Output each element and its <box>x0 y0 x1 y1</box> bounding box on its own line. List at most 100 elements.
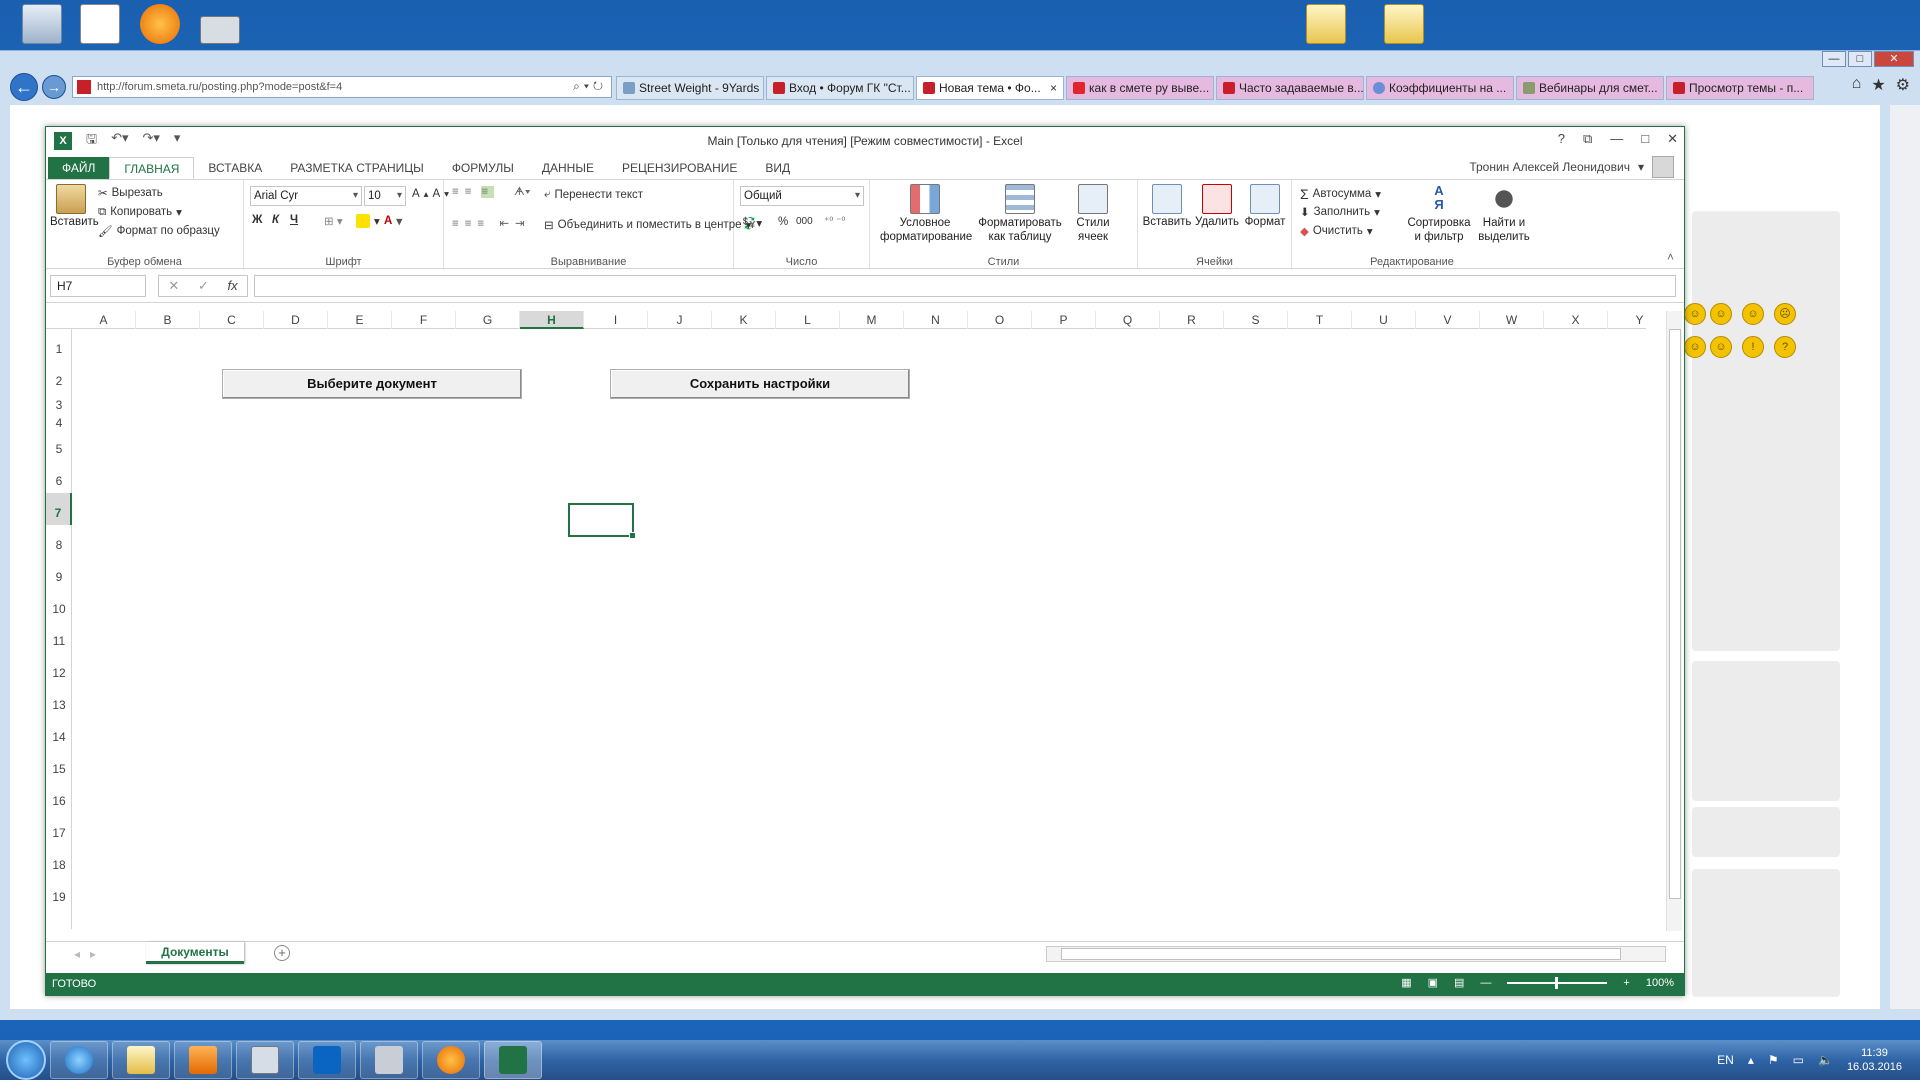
name-box[interactable]: H7 <box>50 275 146 297</box>
row-header[interactable]: 15 <box>46 749 72 781</box>
format-cells-button[interactable]: Формат <box>1242 184 1288 228</box>
tab-data[interactable]: ДАННЫЕ <box>528 157 608 179</box>
format-painter-button[interactable]: 🖌 Формат по образцу <box>98 224 220 238</box>
column-header[interactable]: V <box>1416 311 1480 329</box>
font-name-select[interactable]: Arial Cyr <box>250 186 362 206</box>
tab[interactable]: Вход • Форум ГК "Ст... <box>766 76 914 100</box>
maximize-button[interactable]: □ <box>1641 131 1649 147</box>
column-header[interactable]: P <box>1032 311 1096 329</box>
column-header[interactable]: W <box>1480 311 1544 329</box>
row-header[interactable]: 3 <box>46 393 72 412</box>
tab-view[interactable]: ВИД <box>751 157 804 179</box>
sheet-nav-icons[interactable]: ◂ ▸ <box>74 947 96 961</box>
column-header[interactable]: S <box>1224 311 1288 329</box>
normal-view-icon[interactable]: ▦ <box>1401 976 1411 989</box>
column-header[interactable]: Q <box>1096 311 1160 329</box>
choose-document-button[interactable]: Выберите документ <box>222 369 522 399</box>
row-header[interactable]: 10 <box>46 589 72 621</box>
row-header[interactable]: 7 <box>46 493 72 525</box>
column-header[interactable]: I <box>584 311 648 329</box>
cut-button[interactable]: ✂ Вырезать <box>98 186 163 200</box>
tab[interactable]: Часто задаваемые в... <box>1216 76 1364 100</box>
autosum-button[interactable]: Σ Автосумма ▾ <box>1300 186 1381 202</box>
tab-insert[interactable]: ВСТАВКА <box>194 157 276 179</box>
insert-cells-button[interactable]: Вставить <box>1142 184 1192 228</box>
fx-icon[interactable]: fx <box>228 276 238 296</box>
tab-review[interactable]: РЕЦЕНЗИРОВАНИЕ <box>608 157 751 179</box>
row-header[interactable]: 1 <box>46 329 72 361</box>
taskbar-explorer[interactable] <box>112 1041 170 1079</box>
ribbon-display-button[interactable]: ⧉ <box>1583 131 1592 147</box>
row-header[interactable]: 12 <box>46 653 72 685</box>
smiley-wink-icon[interactable]: ☺ <box>1710 336 1732 358</box>
clock[interactable]: 11:39 16.03.2016 <box>1847 1046 1902 1074</box>
tab[interactable]: Коэффициенты на ... <box>1366 76 1514 100</box>
tab[interactable]: Street Weight - 9Yards <box>616 76 764 100</box>
cancel-icon[interactable]: ✕ <box>168 276 179 296</box>
minimize-button[interactable]: — <box>1610 131 1623 147</box>
taskbar-app[interactable] <box>360 1041 418 1079</box>
orientation-icon[interactable]: ᗗ▾ <box>514 186 530 199</box>
row-header[interactable]: 19 <box>46 877 72 909</box>
percent-button[interactable]: % <box>778 216 788 228</box>
add-sheet-button[interactable]: + <box>274 945 290 961</box>
decimal-icons[interactable]: ⁺⁰ ⁻⁰ <box>824 216 845 227</box>
column-header[interactable]: T <box>1288 311 1352 329</box>
vertical-scrollbar[interactable] <box>1666 311 1682 931</box>
row-header[interactable]: 8 <box>46 525 72 557</box>
tab[interactable]: Просмотр темы - п... <box>1666 76 1814 100</box>
favorites-icon[interactable]: ★ <box>1871 75 1885 95</box>
row-header[interactable]: 14 <box>46 717 72 749</box>
column-header[interactable]: X <box>1544 311 1608 329</box>
network-icon[interactable]: ▭ <box>1793 1053 1804 1067</box>
save-settings-button[interactable]: Сохранить настройки <box>610 369 910 399</box>
column-header[interactable]: O <box>968 311 1032 329</box>
column-header[interactable]: A <box>72 311 136 329</box>
clear-button[interactable]: ◆ Очистить ▾ <box>1300 224 1373 238</box>
bold-button[interactable]: Ж <box>252 214 262 226</box>
column-header[interactable]: G <box>456 311 520 329</box>
row-header[interactable]: 11 <box>46 621 72 653</box>
tab-home[interactable]: ГЛАВНАЯ <box>109 157 195 179</box>
tab-formulas[interactable]: ФОРМУЛЫ <box>438 157 528 179</box>
row-header[interactable]: 5 <box>46 429 72 461</box>
column-header[interactable]: Y <box>1608 311 1672 329</box>
tab-page-layout[interactable]: РАЗМЕТКА СТРАНИЦЫ <box>276 157 438 179</box>
sort-filter-button[interactable]: АЯ Сортировка и фильтр <box>1404 184 1474 244</box>
borders-icon[interactable]: ⊞ ▾ <box>324 214 343 228</box>
page-break-view-icon[interactable]: ▤ <box>1454 976 1464 989</box>
cell-styles-button[interactable]: Стили ячеек <box>1068 184 1118 244</box>
address-tools[interactable]: ⌕▾↻ <box>573 79 607 94</box>
taskbar-excel[interactable] <box>484 1041 542 1079</box>
tab[interactable]: как в смете ру выве... <box>1066 76 1214 100</box>
column-header[interactable]: D <box>264 311 328 329</box>
start-button[interactable] <box>6 1040 46 1080</box>
flag-icon[interactable]: ⚑ <box>1768 1053 1779 1067</box>
column-header[interactable]: B <box>136 311 200 329</box>
browser-scrollbar[interactable] <box>1890 105 1920 1009</box>
volume-icon[interactable]: 🔈 <box>1818 1053 1833 1067</box>
fill-button[interactable]: ⬇ Заполнить ▾ <box>1300 205 1380 219</box>
taskbar-calculator[interactable] <box>236 1041 294 1079</box>
vertical-align-icons[interactable]: ≡≡ ≡ <box>452 186 495 198</box>
tab-active[interactable]: Новая тема • Фо... × <box>916 76 1064 100</box>
forward-button[interactable]: → <box>42 75 66 99</box>
underline-button[interactable]: Ч <box>290 214 298 226</box>
back-button[interactable]: ← <box>10 73 38 101</box>
number-format-select[interactable]: Общий <box>740 186 864 206</box>
cell-grid[interactable]: Выберите документ Сохранить настройки <box>72 329 1644 929</box>
taskbar-outlook[interactable] <box>298 1041 356 1079</box>
close-button[interactable]: ✕ <box>1667 131 1678 147</box>
smiley-cool-icon[interactable]: ☺ <box>1710 303 1732 325</box>
column-header[interactable]: C <box>200 311 264 329</box>
address-bar[interactable]: http://forum.smeta.ru/posting.php?mode=p… <box>72 76 612 98</box>
horizontal-scrollbar[interactable] <box>1046 946 1666 962</box>
collapse-ribbon-icon[interactable]: ˄ <box>1667 250 1674 264</box>
column-header[interactable]: R <box>1160 311 1224 329</box>
close-button[interactable]: ✕ <box>1874 51 1914 67</box>
smiley-angry-icon[interactable]: ☹ <box>1774 303 1796 325</box>
enter-icon[interactable]: ✓ <box>198 276 209 296</box>
settings-gear-icon[interactable]: ⚙ <box>1896 75 1910 95</box>
fill-color-icon[interactable]: ▾ <box>356 214 380 228</box>
conditional-formatting-button[interactable]: Условное форматирование <box>880 184 972 244</box>
